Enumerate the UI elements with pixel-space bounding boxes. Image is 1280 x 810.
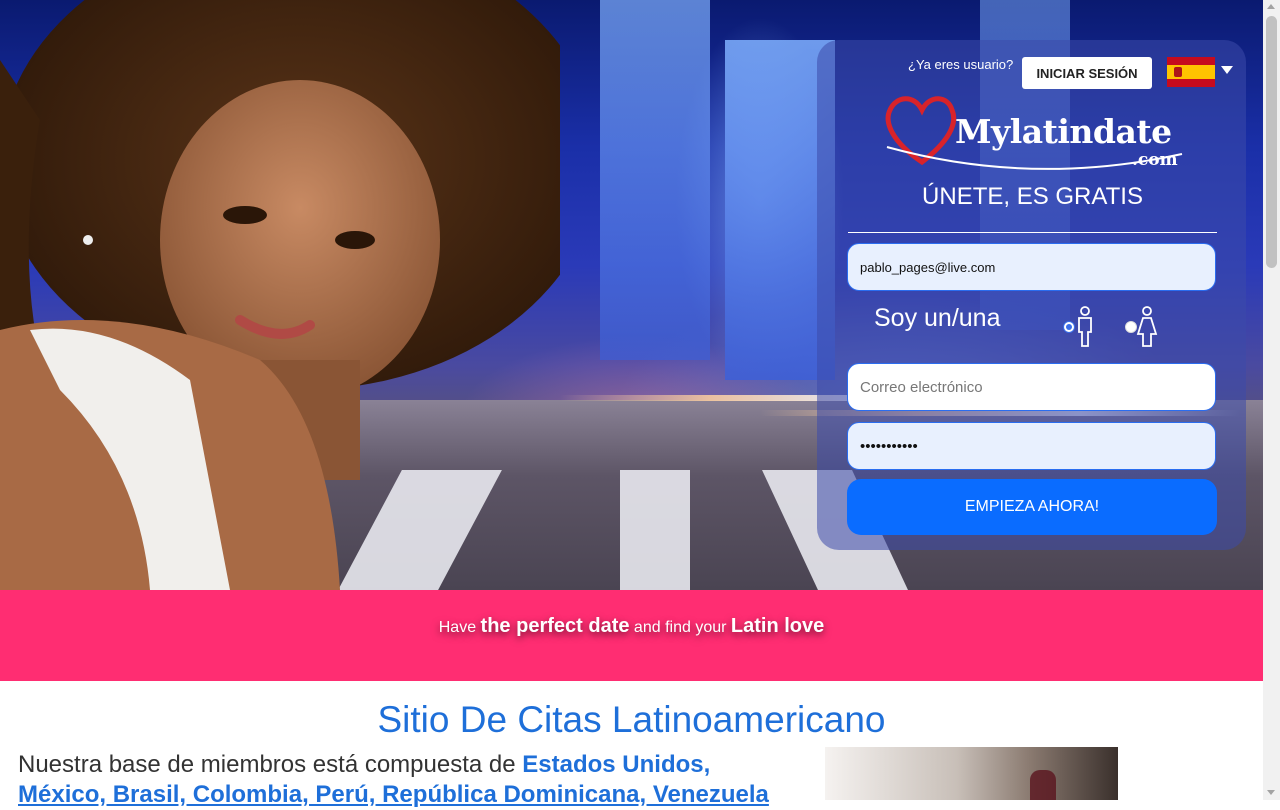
scrollbar-thumb[interactable]: [1266, 16, 1277, 268]
female-icon[interactable]: [1135, 306, 1159, 348]
crosswalk-stripe: [620, 470, 690, 590]
scroll-up-icon[interactable]: [1267, 4, 1275, 9]
signup-title: ÚNETE, ES GRATIS: [922, 183, 1143, 210]
wine-glass: [1030, 770, 1056, 800]
brand-name: Mylatindate: [955, 112, 1172, 151]
chevron-down-icon[interactable]: [1221, 66, 1233, 74]
already-user-text: ¿Ya eres usuario?: [908, 57, 1014, 72]
spain-flag-icon[interactable]: [1167, 57, 1215, 87]
brand-tld: .com: [1132, 150, 1178, 170]
login-button[interactable]: INICIAR SESIÓN: [1022, 57, 1152, 89]
scroll-down-icon[interactable]: [1267, 790, 1275, 795]
divider: [848, 232, 1217, 233]
password-field[interactable]: [847, 422, 1216, 470]
page-heading: Sitio De Citas Latinoamericano: [377, 699, 886, 740]
woman-photo: [0, 0, 560, 590]
tagline: Have the perfect date and find your Lati…: [438, 615, 825, 637]
skyscraper: [600, 0, 710, 360]
start-now-button[interactable]: EMPIEZA AHORA!: [847, 479, 1217, 535]
email-field[interactable]: [847, 363, 1216, 411]
gender-label: Soy un/una: [874, 304, 1001, 332]
intro-paragraph: Nuestra base de miembros está compuesta …: [18, 751, 769, 808]
male-icon[interactable]: [1073, 306, 1097, 348]
autofill-email-field[interactable]: [847, 243, 1216, 291]
dinner-photo: [825, 747, 1118, 800]
